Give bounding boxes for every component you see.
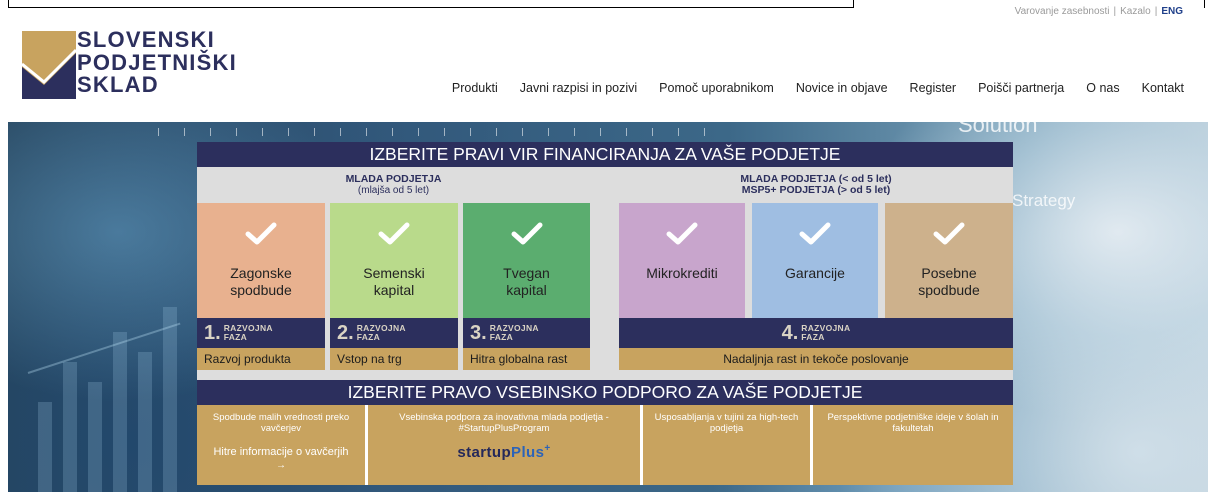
phase-word-2: FAZA xyxy=(489,332,514,342)
support-box-startup-plus[interactable]: Vsebinska podpora za inovativna mlada po… xyxy=(368,405,640,485)
stage-label-1: Razvoj produkta xyxy=(197,348,325,370)
group-heading-title: MLADA PODJETJA xyxy=(345,173,442,185)
privacy-link[interactable]: Varovanje zasebnosti xyxy=(1015,6,1110,18)
nav-item-kontakt[interactable]: Kontakt xyxy=(1142,80,1184,96)
stage-label-2: Vstop na trg xyxy=(330,348,458,370)
phase-number: 4. xyxy=(781,322,799,344)
card-semenski-kapital[interactable]: Semenski kapital xyxy=(330,203,458,318)
card-garancije[interactable]: Garancije xyxy=(752,203,878,318)
support-box-text: Perspektivne podjetniške ideje v šolah i… xyxy=(827,412,999,434)
nav-item-javni-razpisi[interactable]: Javni razpisi in pozivi xyxy=(520,80,637,96)
separator: | xyxy=(1113,6,1117,17)
background-ticks xyxy=(158,128,718,136)
language-link-eng[interactable]: ENG xyxy=(1161,6,1183,18)
nav-item-novice[interactable]: Novice in objave xyxy=(796,80,888,96)
background-word-strategy: Strategy xyxy=(1012,191,1076,210)
main-nav: Produkti Javni razpisi in pozivi Pomoč u… xyxy=(452,80,1184,96)
logo-wordmark: SLOVENSKI PODJETNIŠKI SKLAD xyxy=(77,27,237,97)
phase-number: 2. xyxy=(337,322,354,344)
card-label: Mikrokrediti xyxy=(646,265,718,281)
group-heading-subtitle: MSP5+ PODJETJA (> od 5 let) xyxy=(741,184,891,196)
startup-plus-logo-part: Plus xyxy=(511,444,545,461)
support-box-vouchers[interactable]: Spodbude malih vrednosti preko vavčerjev… xyxy=(197,405,365,485)
nav-item-register[interactable]: Register xyxy=(910,80,957,96)
startup-plus-logo-part: startup xyxy=(457,444,512,461)
check-icon xyxy=(933,222,965,245)
background-chart-bar xyxy=(63,362,77,492)
card-label: Tvegan kapital xyxy=(503,265,550,298)
check-icon xyxy=(666,222,698,245)
card-label: Semenski kapital xyxy=(363,265,425,298)
top-frame-left xyxy=(8,0,854,8)
sps-checkmark-logo-icon xyxy=(22,31,76,99)
background-trend-line xyxy=(27,322,181,374)
separator: | xyxy=(1154,6,1158,17)
utility-links: Varovanje zasebnosti | Kazalo | ENG xyxy=(1015,6,1183,18)
arrow-right-icon[interactable]: → xyxy=(197,460,365,471)
funding-selector-panel: IZBERITE PRAVI VIR FINANCIRANJA ZA VAŠE … xyxy=(197,142,1013,485)
phase-bar-4: 4. RAZVOJNA FAZA xyxy=(619,318,1013,348)
nav-item-poisci-partnerja[interactable]: Poišči partnerja xyxy=(978,80,1064,96)
phase-bar-3: 3. RAZVOJNA FAZA xyxy=(463,318,590,348)
card-zagonske-spodbude[interactable]: Zagonske spodbude xyxy=(197,203,325,318)
support-box-text: Spodbude malih vrednosti preko vavčerjev xyxy=(212,412,350,434)
background-word-solution: Solution xyxy=(958,122,1038,137)
background-chart-bar xyxy=(113,332,127,492)
financing-title: IZBERITE PRAVI VIR FINANCIRANJA ZA VAŠE … xyxy=(197,142,1013,167)
group-heading-subtitle: (mlajša od 5 let) xyxy=(357,185,430,196)
card-label: Posebne spodbude xyxy=(918,265,980,298)
check-icon xyxy=(378,222,410,245)
background-chart-bar xyxy=(163,307,177,492)
group-heading-young-companies: MLADA PODJETJA (mlajša od 5 let) xyxy=(197,173,590,197)
background-chart-bar xyxy=(138,352,152,492)
phase-bar-2: 2. RAZVOJNA FAZA xyxy=(330,318,458,348)
startup-plus-logo[interactable]: startupPlus+ xyxy=(368,444,640,462)
stage-label-3: Hitra globalna rast xyxy=(463,348,590,370)
logo-line-3: SKLAD xyxy=(77,72,159,97)
support-box-school-ideas[interactable]: Perspektivne podjetniške ideje v šolah i… xyxy=(813,405,1013,485)
support-box-text: Vsebinska podpora za inovativna mlada po… xyxy=(399,412,609,434)
support-box-training-abroad[interactable]: Usposabljanja v tujini za high-tech podj… xyxy=(643,405,810,485)
phase-word-2: FAZA xyxy=(223,332,248,342)
nav-item-pomoc-uporabnikom[interactable]: Pomoč uporabnikom xyxy=(659,80,774,96)
check-icon xyxy=(799,222,831,245)
startup-plus-logo-part: + xyxy=(544,443,551,454)
card-label: Zagonske spodbude xyxy=(230,265,292,298)
phase-words: RAZVOJNA FAZA xyxy=(357,324,406,342)
group-heading-young-and-sme: MLADA PODJETJA (< od 5 let) MSP5+ PODJET… xyxy=(619,174,1013,196)
logo-line-2: PODJETNIŠKI xyxy=(77,49,237,75)
logo-line-1: SLOVENSKI xyxy=(77,27,215,52)
nav-item-produkti[interactable]: Produkti xyxy=(452,80,498,96)
support-title: IZBERITE PRAVO VSEBINSKO PODPORO ZA VAŠE… xyxy=(197,380,1013,405)
index-link[interactable]: Kazalo xyxy=(1120,6,1151,18)
nav-item-o-nas[interactable]: O nas xyxy=(1086,80,1119,96)
check-icon xyxy=(511,222,542,245)
phase-word-2: FAZA xyxy=(356,332,381,342)
phase-words: RAZVOJNA FAZA xyxy=(801,324,850,342)
support-box-text: Usposabljanja v tujini za high-tech podj… xyxy=(654,412,799,434)
phase-number: 1. xyxy=(204,322,221,344)
phase-words: RAZVOJNA FAZA xyxy=(490,324,539,342)
vouchers-info-link[interactable]: Hitre informacije o vavčerjih xyxy=(197,446,365,459)
check-icon xyxy=(245,222,277,245)
phase-word-2: FAZA xyxy=(801,332,825,342)
phase-number: 3. xyxy=(470,322,487,344)
background-chart-bar xyxy=(38,402,52,492)
stage-label-4: Nadaljnja rast in tekoče poslovanje xyxy=(619,348,1013,370)
card-tvegan-kapital[interactable]: Tvegan kapital xyxy=(463,203,590,318)
background-chart-bar xyxy=(88,382,102,492)
card-mikrokrediti[interactable]: Mikrokrediti xyxy=(619,203,745,318)
phase-bar-1: 1. RAZVOJNA FAZA xyxy=(197,318,325,348)
site-logo[interactable]: SLOVENSKI PODJETNIŠKI SKLAD xyxy=(22,27,242,101)
hero-banner: Solution Strategy IZBERITE PRAVI VIR FIN… xyxy=(8,122,1208,492)
card-posebne-spodbude[interactable]: Posebne spodbude xyxy=(885,203,1013,318)
card-label: Garancije xyxy=(785,265,845,281)
phase-words: RAZVOJNA FAZA xyxy=(224,324,273,342)
